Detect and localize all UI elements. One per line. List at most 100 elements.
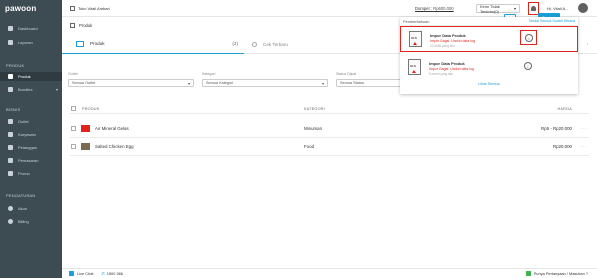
file-type-label: XLS [411, 36, 417, 40]
download-log-link[interactable]: Impor Gagal. Unduh data log [430, 39, 475, 43]
product-category: Minuman [304, 126, 323, 131]
warning-icon [412, 70, 416, 73]
sidebar-item-karyawan[interactable]: Karyawan [0, 130, 62, 139]
outlet-select[interactable]: Semua Outlet ▾ [68, 79, 194, 87]
notification-item[interactable]: XLS Impor Data Produk Impor Gagal. Unduh… [400, 55, 578, 81]
product-price: Rp5 - Rp20.000 [541, 126, 572, 131]
feedback-icon [525, 271, 531, 276]
sidebar-item-label: Pemasaran [18, 158, 39, 163]
sidebar-item-label: Dashboard [18, 26, 38, 31]
sidebar-item-label: Karyawan [18, 132, 36, 137]
transaction-status-select[interactable]: Kirim Tidak Terkirim(0) ▾ [476, 3, 520, 14]
column-header-category[interactable]: KATEGORI [304, 107, 325, 111]
store-selector[interactable]: Toko Vitali Ambari [70, 6, 110, 11]
sidebar-item-label: Laporan [18, 40, 33, 45]
info-icon[interactable]: i [525, 34, 533, 42]
select-value: Semua Outlet [72, 81, 96, 85]
sidebar-item-outlet[interactable]: Outlet [0, 117, 62, 126]
notification-dropdown: Pemberitahuan Tandai Semua Sudah Dibaca … [400, 17, 578, 94]
sidebar-item-label: Bundles [18, 87, 33, 92]
sidebar-item-dashboard[interactable]: Dashboard [0, 24, 62, 33]
marketing-icon [8, 158, 13, 163]
column-header-price[interactable]: HARGA [515, 107, 572, 111]
feedback-text: Punya Pertanyaan / Masukan ? [533, 271, 588, 276]
chevron-down-icon: ▾ [188, 81, 190, 86]
sidebar-item-akun[interactable]: Akun [0, 204, 62, 213]
tab-produk[interactable]: Produk (2) [62, 34, 244, 54]
warning-icon [413, 42, 417, 45]
sidebar-item-promo[interactable]: Promo [0, 169, 62, 178]
feedback-link[interactable]: Punya Pertanyaan / Masukan ? [525, 271, 588, 276]
notification-item[interactable]: XLS Impor Data Produk Impor Gagal. Unduh… [400, 26, 578, 52]
chat-icon [69, 271, 74, 276]
chevron-down-icon: ▾ [55, 87, 58, 92]
user-greeting[interactable]: Hi, Vitali A... [547, 6, 569, 11]
page-title-text: Produk [79, 23, 93, 28]
avatar[interactable] [578, 3, 588, 13]
tab-count: (2) [232, 41, 238, 46]
product-thumbnail [81, 143, 90, 150]
product-name[interactable]: Air Mineral Gelas [95, 126, 129, 131]
row-checkbox[interactable] [71, 144, 76, 149]
page-title: Produk [70, 23, 92, 28]
select-all-checkbox[interactable] [71, 106, 76, 111]
file-type-label: XLS [410, 64, 416, 68]
notification-title: Pemberitahuan [403, 18, 430, 24]
employee-icon [8, 132, 13, 137]
notification-item-title: Impor Data Produk [430, 33, 466, 38]
sidebar-item-label: Promo [18, 171, 30, 176]
sidebar-item-bundles[interactable]: Bundles ▾ [0, 85, 62, 94]
tab-label: Produk [90, 41, 105, 46]
table-header: PRODUK KATEGORI HARGA [70, 104, 589, 114]
billing-icon [8, 219, 13, 224]
category-select[interactable]: Semua Kategori ▾ [202, 79, 328, 87]
filter-kategori: Kategori Semua Kategori ▾ [196, 55, 328, 87]
sidebar-item-label: Produk [18, 74, 31, 79]
sidebar-section-produk: PRODUK [6, 63, 25, 68]
tab-cek-terbaru[interactable]: Cek Terbaru [252, 34, 288, 54]
table-row[interactable]: Salted Chicken Egg Food Rp20.000 ··· [70, 138, 589, 156]
sidebar-section-pengaturan: PENGATURAN [6, 193, 36, 198]
sidebar-item-produk[interactable]: Produk [0, 72, 62, 81]
store-name: Toko Vitali Ambari [78, 6, 110, 11]
product-thumbnail [81, 125, 90, 132]
app-logo[interactable]: pawoon [0, 0, 62, 17]
footer: Live Chat ✆ 1500 366 Punya Pertanyaan / … [62, 268, 597, 278]
bundle-icon [8, 87, 13, 92]
transaction-select-value: Kirim Tidak Terkirim(0) [480, 3, 500, 14]
report-icon [8, 40, 13, 45]
filter-label: Kategori [202, 72, 216, 76]
sidebar-item-billing[interactable]: Billing [0, 217, 62, 226]
wallet-balance[interactable]: Dompet : Rp600.000 [415, 6, 454, 11]
table-row[interactable]: Air Mineral Gelas Minuman Rp5 - Rp20.000… [70, 120, 589, 138]
sidebar-item-label: Pelanggan [18, 145, 38, 150]
sidebar-item-pemasaran[interactable]: Pemasaran [0, 156, 62, 165]
info-icon[interactable]: i [524, 62, 532, 70]
promo-icon [8, 171, 13, 176]
see-all-link[interactable]: Lihat Semua [400, 82, 578, 86]
notification-time: 5 menit yang lalu [429, 71, 454, 76]
more-options-icon[interactable]: ··· [581, 144, 587, 149]
balance-amount: Rp600.000 [433, 6, 454, 11]
xls-file-icon: XLS [409, 31, 422, 47]
sidebar-item-pelanggan[interactable]: Pelanggan [0, 143, 62, 152]
phone-number[interactable]: 1500 366 [107, 271, 123, 276]
store-icon [70, 6, 75, 11]
sidebar-item-laporan[interactable]: Laporan [0, 38, 62, 47]
filter-status: Status Dijual Semua Status ▾ [330, 55, 462, 87]
sidebar: pawoon Dashboard Laporan PRODUK Produk B… [0, 0, 62, 278]
sidebar-item-label: Outlet [18, 119, 29, 124]
top-bar: Toko Vitali Ambari Dompet : Rp600.000 Ki… [62, 0, 597, 17]
notification-text: Impor Data Produk Impor Gagal. Unduh dat… [430, 33, 475, 48]
mark-all-read-link[interactable]: Tandai Semua Sudah Dibaca [528, 19, 575, 23]
bell-icon [531, 6, 536, 11]
row-checkbox[interactable] [71, 126, 76, 131]
download-log-link[interactable]: Impor Gagal. Unduh data log [429, 67, 474, 71]
live-chat-link[interactable]: Live Chat [77, 271, 93, 276]
chevron-right-icon[interactable]: › [587, 41, 588, 46]
product-category: Food [304, 144, 315, 149]
product-name[interactable]: Salted Chicken Egg [95, 144, 134, 149]
column-header-product[interactable]: PRODUK [82, 107, 99, 111]
outlet-icon [8, 119, 13, 124]
more-options-icon[interactable]: ··· [581, 126, 587, 131]
